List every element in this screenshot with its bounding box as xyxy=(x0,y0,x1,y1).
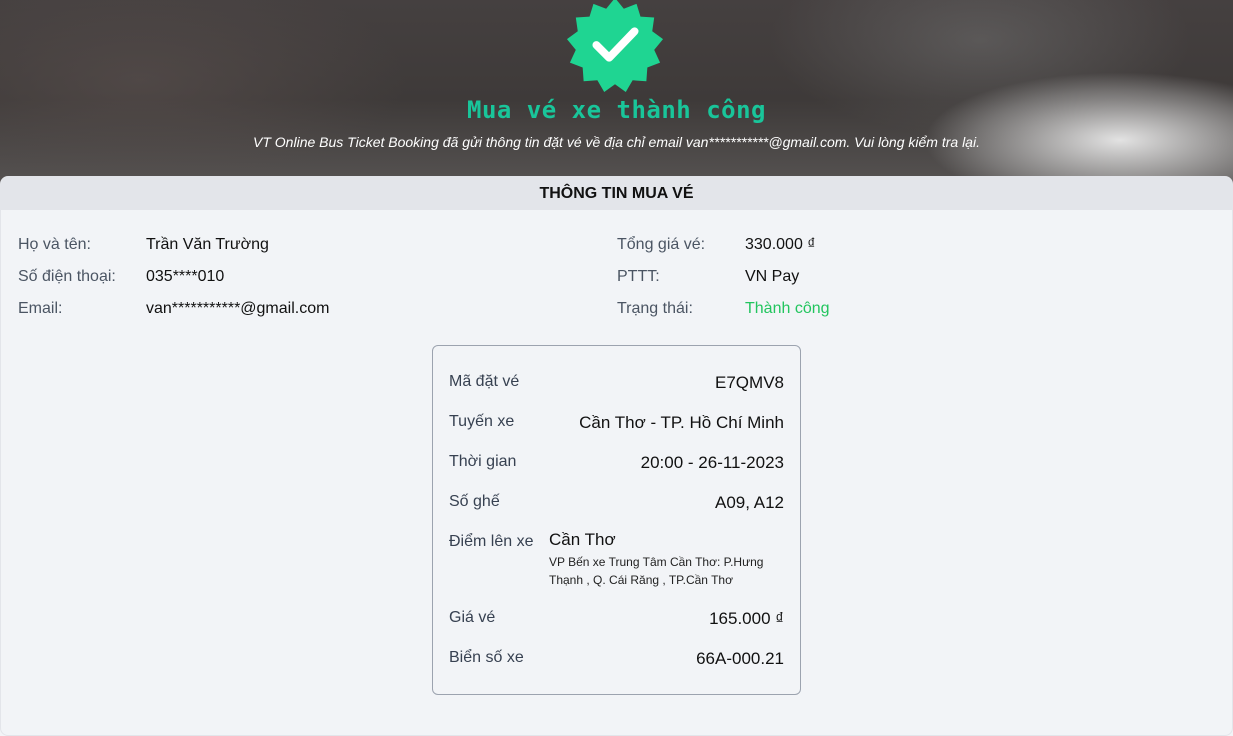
info-label: Số điện thoại: xyxy=(18,268,116,285)
ticket-label: Mã đặt vé xyxy=(449,373,520,390)
ticket-row-pickup: Điểm lên xe Cần Thơ VP Bến xe Trung Tâm … xyxy=(449,530,784,593)
ticket-value: Cần Thơ - TP. Hồ Chí Minh xyxy=(579,413,784,432)
page-subtitle: VT Online Bus Ticket Booking đã gửi thôn… xyxy=(253,134,980,150)
ticket-label: Giá vé xyxy=(449,609,496,626)
ticket-label: Số ghế xyxy=(449,493,500,510)
ticket-label: Điểm lên xe xyxy=(449,533,534,550)
page-title: Mua vé xe thành công xyxy=(467,96,766,124)
pickup-address: VP Bến xe Trung Tâm Cần Thơ: P.Hưng Thạn… xyxy=(549,555,764,587)
hero-banner: Mua vé xe thành công VT Online Bus Ticke… xyxy=(0,0,1233,200)
info-label: PTTT: xyxy=(617,268,660,285)
ticket-value: 165.000 ₫ xyxy=(709,609,784,628)
info-value: VN Pay xyxy=(745,268,800,285)
info-value: Trần Văn Trường xyxy=(146,236,269,253)
info-value: 035****010 xyxy=(146,268,225,285)
ticket-value: 66A-000.21 xyxy=(696,649,784,668)
status-badge: Thành công xyxy=(745,300,830,317)
ticket-value: A09, A12 xyxy=(714,493,784,512)
info-label: Tổng giá vé: xyxy=(617,236,706,253)
ticket-label: Biển số xe xyxy=(449,649,524,666)
info-label: Email: xyxy=(18,300,63,317)
ticket-label: Thời gian xyxy=(449,453,517,470)
ticket-value: E7QMV8 xyxy=(715,373,784,392)
ticket-value: 20:00 - 26-11-2023 xyxy=(640,453,784,472)
ticket-card: Mã đặt vé E7QMV8 Tuyến xe Cần Thơ - TP. … xyxy=(432,345,801,695)
check-badge-icon xyxy=(566,0,664,93)
pickup-location: Cần Thơ xyxy=(549,530,616,549)
info-value: 330.000 ₫ xyxy=(745,236,816,253)
purchase-info-heading: THÔNG TIN MUA VÉ xyxy=(1,177,1232,210)
info-label: Trạng thái: xyxy=(617,300,693,317)
ticket-label: Tuyến xe xyxy=(449,413,515,430)
info-value: van***********@gmail.com xyxy=(146,300,330,317)
info-label: Họ và tên: xyxy=(18,236,91,253)
